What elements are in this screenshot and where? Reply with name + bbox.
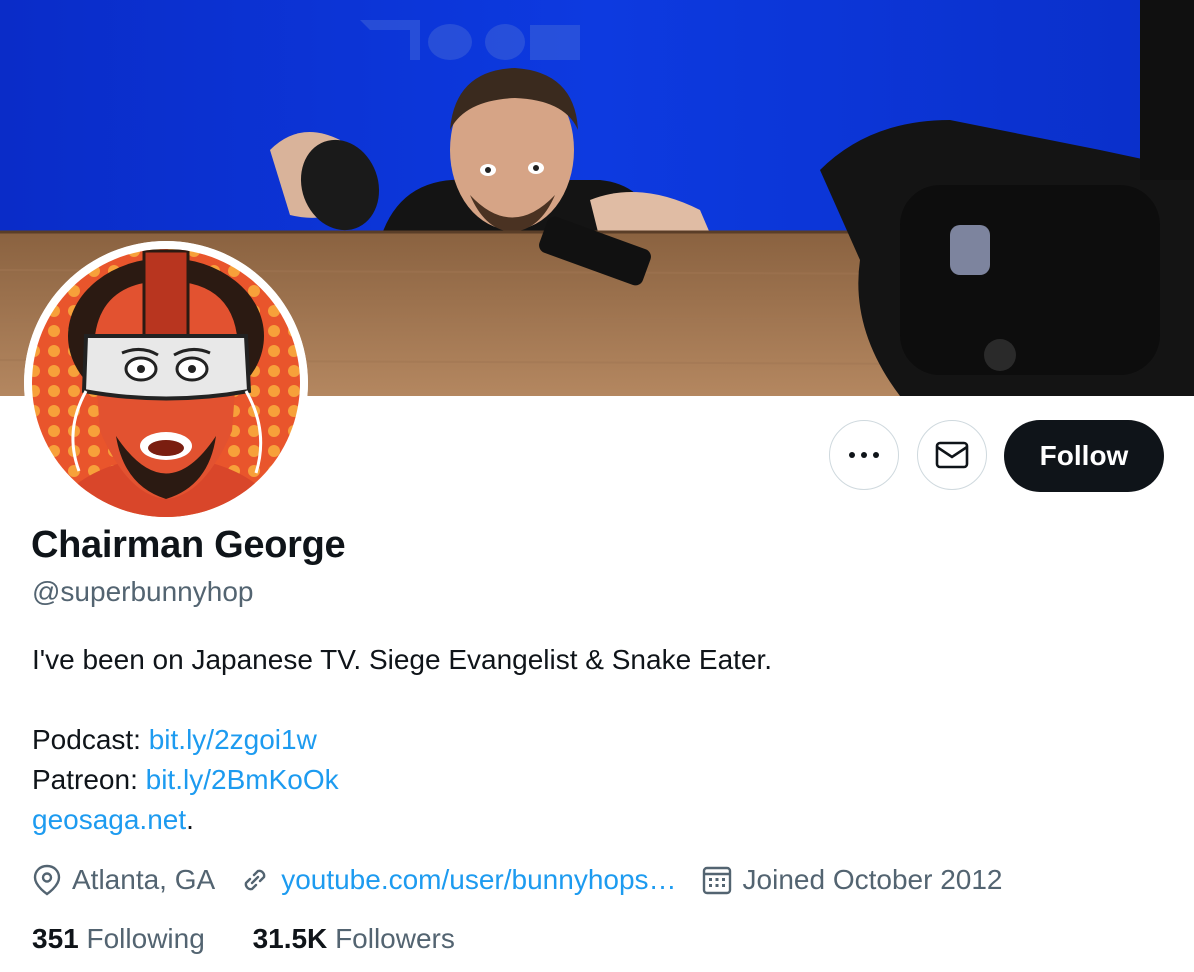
website-link[interactable]: youtube.com/user/bunnyhops… (281, 864, 676, 896)
podcast-link[interactable]: bit.ly/2zgoi1w (149, 724, 317, 755)
location-pin-icon (33, 864, 61, 896)
patreon-link[interactable]: bit.ly/2BmKoOk (146, 764, 339, 795)
envelope-icon (935, 441, 969, 469)
joined-text: Joined October 2012 (742, 864, 1003, 895)
website[interactable]: youtube.com/user/bunnyhops… (239, 864, 677, 896)
following-stat[interactable]: 351 Following (32, 923, 205, 954)
profile-avatar[interactable] (24, 241, 308, 525)
following-count: 351 (32, 923, 79, 954)
display-name: Chairman George (31, 524, 346, 566)
bio-podcast-line: Podcast: bit.ly/2zgoi1w (32, 720, 772, 760)
follow-stats: 351 Following 31.5K Followers (32, 923, 495, 955)
link-icon (244, 869, 266, 891)
followers-stat[interactable]: 31.5K Followers (253, 923, 455, 954)
location-text: Atlanta, GA (72, 864, 216, 895)
followers-label: Followers (335, 923, 455, 954)
location: Atlanta, GA (32, 864, 215, 896)
followers-count: 31.5K (252, 923, 328, 954)
message-button[interactable] (917, 420, 987, 490)
patreon-label: Patreon: (32, 764, 146, 795)
user-handle: @superbunnyhop (32, 576, 254, 607)
bio-site-line: geosaga.net. (32, 800, 772, 840)
more-dots-icon (849, 452, 879, 458)
profile-meta: Atlanta, GA youtube.com/user/bunnyhops… … (32, 860, 1027, 900)
more-options-button[interactable] (829, 420, 899, 490)
profile-bio: I've been on Japanese TV. Siege Evangeli… (32, 640, 772, 840)
site-suffix: . (186, 804, 194, 835)
bio-text: I've been on Japanese TV. Siege Evangeli… (32, 644, 773, 675)
following-label: Following (86, 923, 205, 954)
site-link[interactable]: geosaga.net (32, 804, 186, 835)
follow-button[interactable]: Follow (1004, 420, 1164, 492)
calendar-icon (702, 866, 731, 895)
joined-date: Joined October 2012 (701, 864, 1003, 896)
podcast-label: Podcast: (32, 724, 149, 755)
bio-patreon-line: Patreon: bit.ly/2BmKoOk (32, 760, 772, 800)
